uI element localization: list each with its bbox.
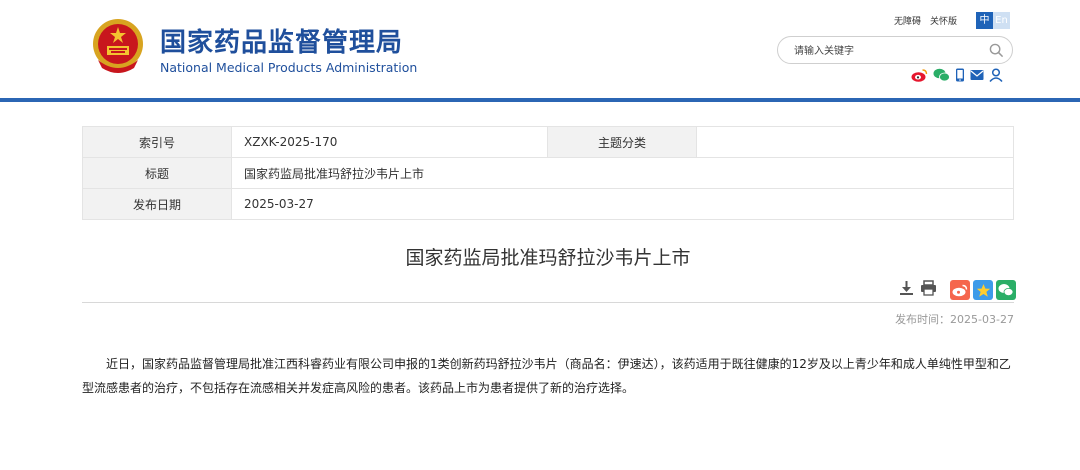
header-divider xyxy=(0,98,1080,102)
date-label: 发布日期 xyxy=(82,188,232,220)
national-emblem-logo[interactable] xyxy=(90,18,146,76)
publish-time: 发布时间：2025-03-27 xyxy=(895,313,1014,326)
language-switch: 中 En xyxy=(976,12,1010,29)
qzone-share-icon[interactable] xyxy=(973,280,993,300)
info-table: 索引号 XZXK-2025-170 主题分类 标题 国家药监局批准玛舒拉沙韦片上… xyxy=(82,126,1014,220)
site-title-en[interactable]: National Medical Products Administration xyxy=(160,60,417,75)
site-header: 国家药品监督管理局 National Medical Products Admi… xyxy=(0,0,1080,98)
wechat-icon[interactable] xyxy=(933,68,950,82)
download-icon[interactable] xyxy=(899,280,914,296)
print-icon[interactable] xyxy=(920,280,937,296)
topic-label: 主题分类 xyxy=(547,126,697,158)
index-label: 索引号 xyxy=(82,126,232,158)
site-title[interactable]: 国家药品监督管理局 xyxy=(160,22,403,59)
article-body: 近日，国家药品监督管理局批准江西科睿药业有限公司申报的1类创新药玛舒拉沙韦片（商… xyxy=(82,357,1011,395)
weibo-share-icon[interactable] xyxy=(950,280,970,300)
user-icon[interactable] xyxy=(989,68,1003,82)
article-divider xyxy=(82,302,1014,303)
lang-zh-button[interactable]: 中 xyxy=(976,12,993,29)
wechat-share-icon[interactable] xyxy=(996,280,1016,300)
share-buttons xyxy=(950,280,1016,300)
index-value: XZXK-2025-170 xyxy=(231,126,548,158)
table-row: 标题 国家药监局批准玛舒拉沙韦片上市 xyxy=(82,157,1014,189)
date-value: 2025-03-27 xyxy=(231,188,1014,220)
search-box xyxy=(777,36,1013,64)
search-input[interactable] xyxy=(792,42,986,60)
accessibility-link[interactable]: 无障碍 xyxy=(894,17,921,27)
weibo-icon[interactable] xyxy=(911,68,928,82)
search-icon[interactable] xyxy=(989,43,1004,58)
mobile-icon[interactable] xyxy=(955,68,965,82)
mail-icon[interactable] xyxy=(970,69,984,81)
table-row: 发布日期 2025-03-27 xyxy=(82,188,1014,220)
social-links xyxy=(911,68,1003,82)
topic-value xyxy=(696,126,1014,158)
article-tools xyxy=(899,280,937,296)
article-title: 国家药监局批准玛舒拉沙韦片上市 xyxy=(405,247,691,269)
care-mode-link[interactable]: 关怀版 xyxy=(930,17,957,27)
lang-en-button[interactable]: En xyxy=(993,12,1010,29)
top-links: 无障碍 关怀版 xyxy=(894,14,966,27)
title-value: 国家药监局批准玛舒拉沙韦片上市 xyxy=(231,157,1014,189)
table-row: 索引号 XZXK-2025-170 主题分类 xyxy=(82,126,1014,158)
title-label: 标题 xyxy=(82,157,232,189)
